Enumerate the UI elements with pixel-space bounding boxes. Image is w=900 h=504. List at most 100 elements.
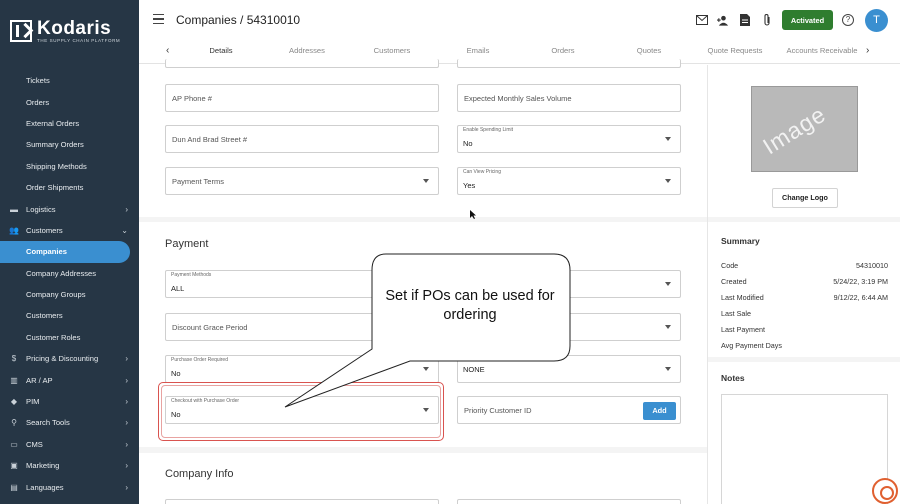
dollar-icon: $ bbox=[11, 354, 17, 364]
sidebar-item-label: Companies bbox=[26, 247, 67, 257]
sidebar-item-label: PIM bbox=[26, 397, 40, 407]
chevron-down-icon: ⌄ bbox=[121, 225, 128, 235]
notes-textarea[interactable] bbox=[721, 394, 888, 504]
tab-details[interactable]: Details bbox=[178, 46, 264, 55]
chevron-right-icon: › bbox=[125, 482, 128, 492]
sidebar-item-search-tools[interactable]: ⚲ Search Tools › bbox=[0, 412, 139, 433]
tab-accounts-receivable[interactable]: Accounts Receivable bbox=[782, 46, 862, 55]
callout-text: Set if POs can be used for ordering bbox=[385, 288, 555, 323]
document-icon[interactable] bbox=[739, 14, 751, 26]
sidebar-item-label: Orders bbox=[26, 97, 50, 107]
sidebar-item-languages[interactable]: ▤ Languages › bbox=[0, 476, 139, 497]
company-info-section-title: Company Info bbox=[165, 468, 234, 480]
chat-support-icon[interactable] bbox=[872, 478, 898, 504]
sidebar-item-external-orders[interactable]: External Orders bbox=[0, 113, 139, 134]
dun-bradstreet-field[interactable]: Dun And Brad Street # bbox=[165, 125, 439, 153]
add-priority-customer-button[interactable]: Add bbox=[643, 402, 676, 420]
sidebar-item-customer-roles[interactable]: Customer Roles bbox=[0, 327, 139, 348]
truncated-field-right bbox=[457, 59, 681, 68]
chevron-right-icon: › bbox=[125, 418, 128, 428]
sidebar-item-label: Company Addresses bbox=[26, 268, 97, 278]
priority-customer-field[interactable]: Priority Customer ID Add bbox=[457, 396, 681, 424]
company-logo-placeholder: Image bbox=[751, 86, 858, 172]
chevron-down-icon bbox=[423, 367, 429, 371]
tab-scroll-right-icon[interactable]: › bbox=[866, 45, 869, 56]
sidebar-item-label: Customers bbox=[26, 311, 63, 321]
help-icon[interactable]: ? bbox=[842, 14, 854, 26]
company-info-field-right[interactable] bbox=[457, 499, 681, 504]
sidebar-item-label: External Orders bbox=[26, 118, 80, 128]
chevron-right-icon: › bbox=[125, 461, 128, 471]
sidebar-item-summary-orders[interactable]: Summary Orders bbox=[0, 134, 139, 155]
people-icon: 👥 bbox=[9, 225, 19, 235]
tab-quote-requests[interactable]: Quote Requests bbox=[692, 46, 778, 55]
tab-emails[interactable]: Emails bbox=[435, 46, 521, 55]
sidebar-nav: Tickets Orders External Orders Summary Orde… bbox=[0, 70, 139, 498]
summary-key: Last Sale bbox=[721, 309, 751, 318]
sidebar-item-label: AR / AP bbox=[26, 375, 53, 385]
logo-card: Image Change Logo bbox=[708, 65, 900, 217]
summary-value: 9/12/22, 6:44 AM bbox=[833, 293, 888, 302]
notes-title: Notes bbox=[721, 373, 745, 383]
none-select[interactable]: NONE bbox=[457, 355, 681, 383]
sidebar-item-pricing-discounting[interactable]: $ Pricing & Discounting › bbox=[0, 348, 139, 369]
payment-section-title: Payment bbox=[165, 238, 209, 250]
menu-icon[interactable] bbox=[153, 14, 164, 24]
attachment-icon[interactable] bbox=[761, 13, 773, 26]
change-logo-button[interactable]: Change Logo bbox=[772, 188, 838, 208]
truncated-field-left bbox=[165, 59, 439, 68]
po-required-select[interactable]: Purchase Order Required No bbox=[165, 355, 439, 383]
sidebar-item-label: Languages bbox=[26, 482, 64, 492]
sidebar: Kodaris THE SUPPLY CHAIN PLATFORM Ticket… bbox=[0, 0, 139, 504]
ap-phone-field[interactable]: AP Phone # bbox=[165, 84, 439, 112]
sidebar-item-marketing[interactable]: ▣ Marketing › bbox=[0, 455, 139, 476]
main-content: AP Phone # Expected Monthly Sales Volume… bbox=[139, 59, 707, 504]
sidebar-item-logistics[interactable]: ▬ Logistics › bbox=[0, 198, 139, 219]
sidebar-item-companies[interactable]: Companies bbox=[0, 241, 130, 263]
user-avatar[interactable]: T bbox=[865, 9, 888, 32]
sidebar-item-ar-ap[interactable]: ▥ AR / AP › bbox=[0, 369, 139, 390]
summary-key: Last Modified bbox=[721, 293, 764, 302]
mail-icon[interactable] bbox=[696, 14, 708, 26]
chevron-down-icon bbox=[665, 179, 671, 183]
tab-customers[interactable]: Customers bbox=[349, 46, 435, 55]
chevron-down-icon bbox=[665, 325, 671, 329]
sidebar-item-company-addresses[interactable]: Company Addresses bbox=[0, 263, 139, 284]
language-icon: ▤ bbox=[10, 482, 18, 492]
tab-orders[interactable]: Orders bbox=[520, 46, 606, 55]
sidebar-item-label: Company Groups bbox=[26, 290, 86, 300]
sidebar-item-shipping-methods[interactable]: Shipping Methods bbox=[0, 156, 139, 177]
can-view-pricing-select[interactable]: Can View Pricing Yes bbox=[457, 167, 681, 195]
sidebar-item-customers[interactable]: Customers bbox=[0, 305, 139, 326]
expected-sales-field[interactable]: Expected Monthly Sales Volume bbox=[457, 84, 681, 112]
sidebar-item-customers[interactable]: 👥 Customers ⌄ bbox=[0, 220, 139, 241]
tab-addresses[interactable]: Addresses bbox=[264, 46, 350, 55]
checkout-po-select[interactable]: Checkout with Purchase Order No bbox=[165, 396, 439, 424]
sidebar-item-label: Pricing & Discounting bbox=[26, 354, 99, 364]
sidebar-item-orders[interactable]: Orders bbox=[0, 91, 139, 112]
summary-list: Code 54310010 Created 5/24/22, 3:19 PM Last … bbox=[713, 222, 898, 357]
right-panel: Image Change Logo Summary Code 54310010 Cr… bbox=[707, 65, 900, 504]
sidebar-item-cms[interactable]: ▭ CMS › bbox=[0, 434, 139, 455]
details-card: AP Phone # Expected Monthly Sales Volume… bbox=[139, 59, 707, 219]
user-add-icon[interactable] bbox=[717, 14, 729, 26]
search-icon: ⚲ bbox=[11, 418, 17, 428]
tab-quotes[interactable]: Quotes bbox=[606, 46, 692, 55]
tab-scroll-left-icon[interactable]: ‹ bbox=[166, 45, 169, 56]
activated-status-button[interactable]: Activated bbox=[782, 10, 833, 30]
sidebar-item-tickets[interactable]: Tickets bbox=[0, 70, 139, 91]
brand-logo[interactable]: Kodaris THE SUPPLY CHAIN PLATFORM bbox=[10, 16, 120, 46]
sidebar-item-order-shipments[interactable]: Order Shipments bbox=[0, 177, 139, 198]
sidebar-item-pim[interactable]: ◆ PIM › bbox=[0, 391, 139, 412]
tag-icon: ◆ bbox=[10, 397, 18, 407]
payment-terms-select[interactable]: Payment Terms bbox=[165, 167, 439, 195]
mouse-cursor-icon bbox=[470, 210, 476, 219]
sidebar-item-company-groups[interactable]: Company Groups bbox=[0, 284, 139, 305]
bank-icon: ▥ bbox=[10, 375, 18, 385]
company-info-field-left[interactable] bbox=[165, 499, 439, 504]
brand-tagline: THE SUPPLY CHAIN PLATFORM bbox=[37, 37, 121, 43]
sidebar-item-label: Customer Roles bbox=[26, 332, 81, 342]
summary-value: 5/24/22, 3:19 PM bbox=[833, 277, 888, 286]
spending-limit-select[interactable]: Enable Spending Limit No bbox=[457, 125, 681, 153]
notes-card: Notes bbox=[708, 362, 900, 504]
